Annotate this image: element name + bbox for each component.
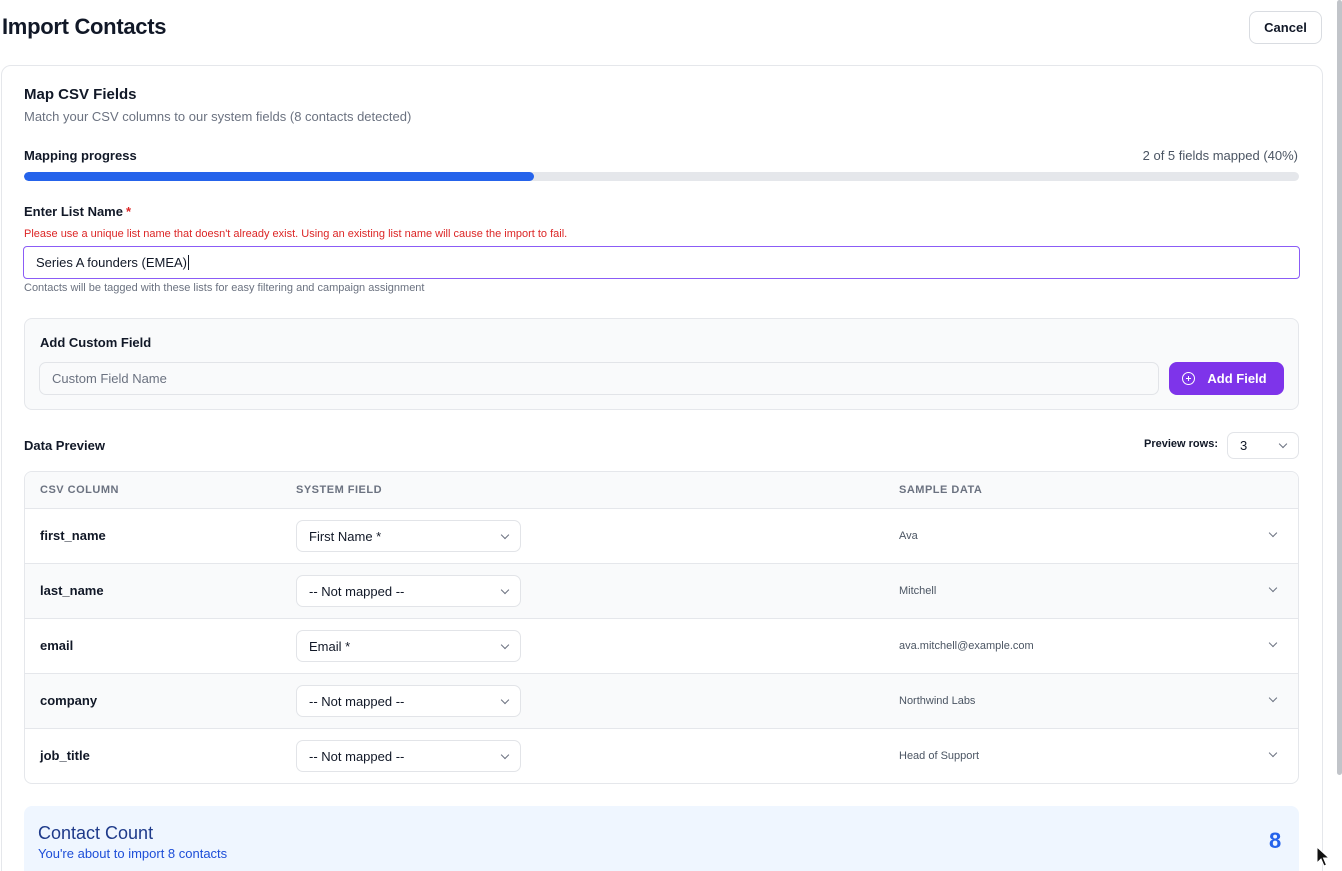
custom-field-input[interactable]: Custom Field Name	[39, 362, 1159, 395]
system-field-value: -- Not mapped --	[309, 748, 405, 764]
chevron-down-icon	[500, 530, 510, 539]
sample-data: Northwind Labs	[899, 695, 976, 707]
progress-status: 2 of 5 fields mapped (40%)	[1142, 148, 1298, 163]
data-preview-title: Data Preview	[24, 438, 105, 453]
table-row: company -- Not mapped -- Northwind Labs	[25, 674, 1298, 729]
system-field-select[interactable]: -- Not mapped --	[296, 740, 521, 772]
list-name-input[interactable]: Series A founders (EMEA)	[23, 246, 1300, 279]
page-title: Import Contacts	[2, 14, 167, 39]
header-csv-column: CSV COLUMN	[40, 484, 119, 496]
system-field-value: First Name *	[309, 528, 382, 544]
chevron-down-icon	[500, 585, 510, 594]
header-sample-data: SAMPLE DATA	[899, 484, 983, 496]
expand-row-icon[interactable]	[1268, 528, 1278, 538]
list-name-help: Contacts will be tagged with these lists…	[24, 282, 425, 294]
csv-column-name: last_name	[40, 583, 104, 598]
text-caret	[188, 255, 190, 270]
system-field-select[interactable]: -- Not mapped --	[296, 685, 521, 717]
csv-column-name: first_name	[40, 528, 106, 543]
sample-data: Ava	[899, 530, 918, 542]
header-system-field: SYSTEM FIELD	[296, 484, 383, 496]
list-name-value: Series A founders (EMEA)	[36, 255, 188, 270]
custom-field-title: Add Custom Field	[40, 335, 152, 350]
expand-row-icon[interactable]	[1268, 693, 1278, 703]
sample-data: Head of Support	[899, 750, 980, 762]
preview-rows-select[interactable]: 3	[1227, 432, 1299, 459]
list-name-label: Enter List Name *	[24, 204, 131, 219]
chevron-down-icon	[1278, 439, 1288, 449]
chevron-down-icon	[500, 750, 510, 759]
csv-column-name: email	[40, 638, 74, 653]
system-field-select[interactable]: -- Not mapped --	[296, 575, 521, 607]
progress-bar	[24, 172, 1299, 181]
add-field-button[interactable]: Add Field	[1169, 362, 1284, 395]
expand-row-icon[interactable]	[1268, 638, 1278, 648]
chevron-down-icon	[500, 640, 510, 649]
expand-row-icon[interactable]	[1268, 583, 1278, 593]
mapping-table: CSV COLUMN SYSTEM FIELD SAMPLE DATA firs…	[24, 471, 1299, 784]
progress-label: Mapping progress	[24, 148, 137, 163]
table-row: first_name First Name * Ava	[25, 509, 1298, 564]
table-row: email Email * ava.mitchell@example.com	[25, 619, 1298, 674]
sample-data: Mitchell	[899, 585, 937, 597]
progress-bar-fill	[24, 172, 534, 181]
system-field-value: Email *	[309, 638, 351, 654]
preview-rows-label: Preview rows:	[1144, 438, 1218, 450]
chevron-down-icon	[500, 695, 510, 704]
csv-column-name: company	[40, 693, 98, 708]
cancel-button[interactable]: Cancel	[1249, 11, 1322, 44]
add-field-label: Add Field	[1207, 371, 1267, 386]
system-field-value: -- Not mapped --	[309, 583, 405, 599]
table-row: job_title -- Not mapped -- Head of Suppo…	[25, 729, 1298, 783]
preview-rows-value: 3	[1240, 438, 1248, 453]
csv-column-name: job_title	[40, 748, 90, 763]
system-field-select[interactable]: First Name *	[296, 520, 521, 552]
expand-row-icon[interactable]	[1268, 748, 1278, 758]
section-title: Map CSV Fields	[24, 86, 137, 103]
sample-data: ava.mitchell@example.com	[899, 640, 1034, 652]
plus-circle-icon	[1182, 372, 1196, 385]
system-field-value: -- Not mapped --	[309, 693, 405, 709]
contact-count-number: 8	[1269, 828, 1282, 853]
system-field-select[interactable]: Email *	[296, 630, 521, 662]
contact-count-panel	[24, 806, 1299, 871]
table-row: last_name -- Not mapped -- Mitchell	[25, 564, 1298, 619]
page-scrollbar[interactable]	[1337, 0, 1342, 775]
section-subtitle: Match your CSV columns to our system fie…	[24, 109, 412, 124]
required-mark: *	[125, 204, 132, 219]
mouse-pointer-icon	[1316, 846, 1330, 867]
list-name-label-text: Enter List Name	[24, 204, 123, 219]
contact-count-title: Contact Count	[38, 823, 154, 843]
table-header: CSV COLUMN SYSTEM FIELD SAMPLE DATA	[25, 472, 1298, 509]
contact-count-subtitle: You're about to import 8 contacts	[38, 846, 228, 861]
list-name-warning: Please use a unique list name that doesn…	[24, 228, 568, 240]
